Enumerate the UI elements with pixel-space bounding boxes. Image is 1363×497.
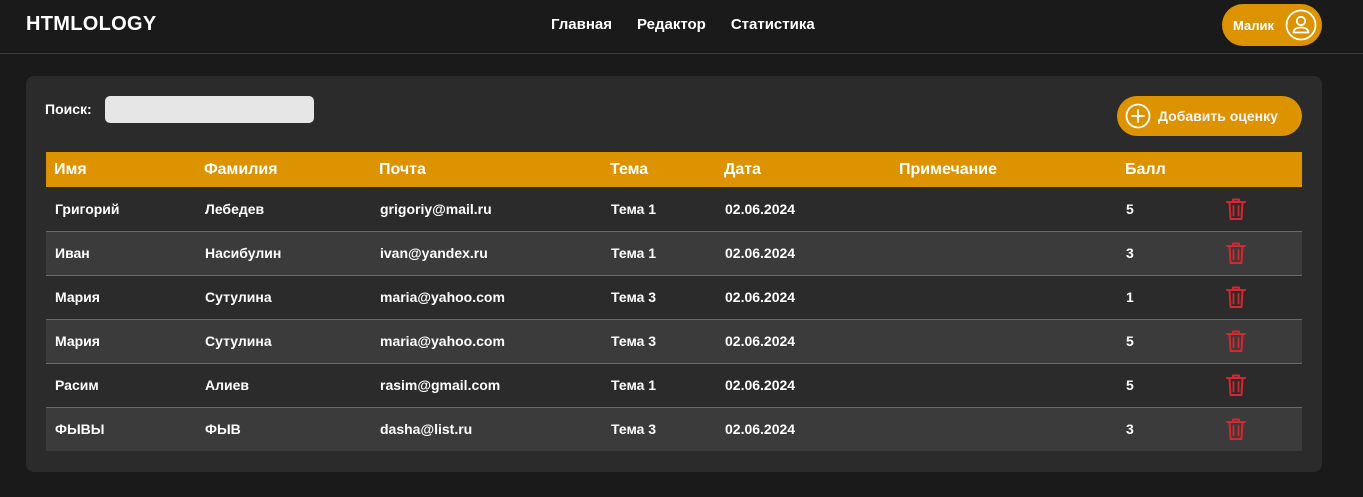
cell-score: 5 <box>1126 200 1134 217</box>
cell-email: ivan@yandex.ru <box>380 245 488 261</box>
table-row: ФЫВЫ ФЫВ dasha@list.ru Тема 3 02.06.2024… <box>46 407 1302 451</box>
cell-name: Иван <box>55 245 90 261</box>
cell-score: 1 <box>1126 289 1134 305</box>
cell-date: 02.06.2024 <box>725 245 796 261</box>
nav-link-statistics[interactable]: Статистика <box>731 16 815 33</box>
column-header-date: Дата <box>724 160 762 178</box>
nav-link-home[interactable]: Главная <box>551 16 612 33</box>
cell-date: 02.06.2024 <box>725 377 796 393</box>
cell-score: 5 <box>1126 333 1134 349</box>
cell-surname: Насибулин <box>205 245 282 261</box>
cell-actions <box>1225 407 1302 451</box>
cell-date: 02.06.2024 <box>725 421 796 438</box>
user-profile-button[interactable]: Малик <box>1222 4 1322 46</box>
grades-table: Имя Фамилия Почта Тема Дата Примечание Б… <box>46 152 1302 451</box>
column-header-score: Балл <box>1125 160 1166 178</box>
plus-circle-icon <box>1125 103 1151 129</box>
table-row: Расим Алиев rasim@gmail.com Тема 1 02.06… <box>46 363 1302 407</box>
cell-topic: Тема 1 <box>611 200 657 217</box>
cell-email: maria@yahoo.com <box>380 289 505 305</box>
cell-note <box>891 319 1117 363</box>
cell-email: rasim@gmail.com <box>380 377 501 393</box>
cell-surname: Сутулина <box>205 333 272 349</box>
cell-score: 5 <box>1126 377 1134 393</box>
cell-email: grigoriy@mail.ru <box>380 200 492 217</box>
cell-name: Расим <box>55 377 99 393</box>
add-grade-button[interactable]: Добавить оценку <box>1117 96 1302 136</box>
column-header-actions <box>1225 152 1302 187</box>
trash-icon[interactable] <box>1225 373 1247 397</box>
cell-note <box>891 407 1117 451</box>
search-label: Поиск: <box>45 101 92 117</box>
cell-note <box>891 187 1117 231</box>
cell-actions <box>1225 363 1302 407</box>
app-logo[interactable]: HTMLOLOGY <box>26 13 156 36</box>
cell-topic: Тема 3 <box>611 421 657 438</box>
table-header-row: Имя Фамилия Почта Тема Дата Примечание Б… <box>46 152 1302 187</box>
cell-date: 02.06.2024 <box>725 200 796 217</box>
add-grade-label: Добавить оценку <box>1158 108 1278 124</box>
cell-surname: Лебедев <box>205 200 265 217</box>
cell-topic: Тема 1 <box>611 377 657 393</box>
column-header-name: Имя <box>54 160 87 178</box>
table-row: Мария Сутулина maria@yahoo.com Тема 3 02… <box>46 275 1302 319</box>
cell-name: Григорий <box>55 200 120 217</box>
top-navbar: HTMLOLOGY Главная Редактор Статистика Ма… <box>0 0 1363 54</box>
cell-actions <box>1225 187 1302 231</box>
table-header: Имя Фамилия Почта Тема Дата Примечание Б… <box>46 152 1302 187</box>
cell-score: 3 <box>1126 421 1134 438</box>
nav-link-editor[interactable]: Редактор <box>637 16 706 33</box>
cell-topic: Тема 3 <box>611 289 657 305</box>
trash-icon[interactable] <box>1225 417 1247 441</box>
table-body: Григорий Лебедев grigoriy@mail.ru Тема 1… <box>46 187 1302 451</box>
user-avatar-icon <box>1285 9 1317 41</box>
cell-name: Мария <box>55 289 100 305</box>
cell-email: dasha@list.ru <box>380 421 473 438</box>
grades-card: Поиск: Добавить оценку Имя Фамилия Почта… <box>26 76 1322 472</box>
table-row: Мария Сутулина maria@yahoo.com Тема 3 02… <box>46 319 1302 363</box>
cell-date: 02.06.2024 <box>725 289 796 305</box>
cell-name: ФЫВЫ <box>55 421 105 438</box>
trash-icon[interactable] <box>1225 241 1247 265</box>
trash-icon[interactable] <box>1225 285 1247 309</box>
cell-actions <box>1225 319 1302 363</box>
cell-email: maria@yahoo.com <box>380 333 505 349</box>
cell-surname: Алиев <box>205 377 250 393</box>
cell-topic: Тема 1 <box>611 245 657 261</box>
main-nav: Главная Редактор Статистика <box>551 16 815 33</box>
cell-topic: Тема 3 <box>611 333 657 349</box>
cell-note <box>891 363 1117 407</box>
cell-note <box>891 231 1117 275</box>
cell-score: 3 <box>1126 245 1134 261</box>
cell-actions <box>1225 231 1302 275</box>
cell-actions <box>1225 275 1302 319</box>
cell-name: Мария <box>55 333 100 349</box>
cell-date: 02.06.2024 <box>725 333 796 349</box>
column-header-topic: Тема <box>610 160 649 178</box>
column-header-note: Примечание <box>899 160 998 178</box>
table-row: Иван Насибулин ivan@yandex.ru Тема 1 02.… <box>46 231 1302 275</box>
column-header-email: Почта <box>379 160 426 178</box>
trash-icon[interactable] <box>1225 197 1247 221</box>
user-name: Малик <box>1233 17 1274 33</box>
search-input[interactable] <box>105 96 314 123</box>
cell-note <box>891 275 1117 319</box>
trash-icon[interactable] <box>1225 329 1247 353</box>
cell-surname: ФЫВ <box>205 421 241 438</box>
cell-surname: Сутулина <box>205 289 272 305</box>
table-row: Григорий Лебедев grigoriy@mail.ru Тема 1… <box>46 187 1302 231</box>
column-header-surname: Фамилия <box>204 160 278 178</box>
